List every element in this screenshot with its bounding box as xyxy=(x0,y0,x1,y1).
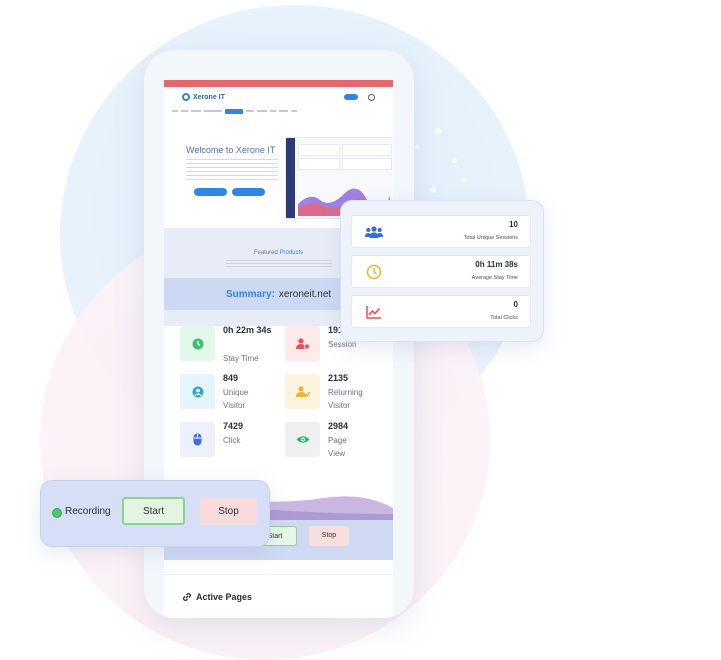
login-button[interactable] xyxy=(344,94,358,100)
clock-icon xyxy=(364,262,384,282)
mouse-icon xyxy=(180,422,215,457)
stat-value: 0h 22m 34s xyxy=(223,325,272,335)
decor-dot xyxy=(415,145,419,149)
hero-title: Welcome to Xerone IT xyxy=(186,145,276,155)
hero-text xyxy=(186,159,278,181)
metric-average-stay: 0h 11m 38s Average Stay Time xyxy=(351,255,531,288)
stop-button[interactable]: Stop xyxy=(200,498,257,525)
clock-icon xyxy=(180,326,215,361)
site-logo[interactable]: Xerone IT xyxy=(182,93,225,101)
chart-line-icon xyxy=(364,302,384,322)
metric-value: 0 xyxy=(513,300,518,309)
metric-total-clicks: 0 Total Clicks xyxy=(351,295,531,328)
site-logo-text: Xerone IT xyxy=(193,93,225,101)
active-pages-title: Active Pages xyxy=(196,591,253,602)
hero-primary-button[interactable] xyxy=(194,188,227,196)
eye-icon xyxy=(285,422,320,457)
site-menu xyxy=(164,107,393,115)
users-icon xyxy=(364,222,384,242)
metric-label: Total Clicks xyxy=(490,315,518,321)
stat-value: 2135 xyxy=(328,373,349,383)
recording-label: Recording xyxy=(65,506,111,517)
metric-value: 10 xyxy=(509,220,518,229)
returning-user-icon xyxy=(285,374,320,409)
site-menu-active[interactable] xyxy=(225,108,243,114)
site-hero: Welcome to Xerone IT xyxy=(164,115,393,219)
metrics-panel: 10 Total Unique Sessions 0h 11m 38s Aver… xyxy=(340,200,544,342)
user-circle-icon xyxy=(180,374,215,409)
user-session-icon xyxy=(285,326,320,361)
start-button[interactable]: Start xyxy=(122,497,185,525)
metric-unique-sessions: 10 Total Unique Sessions xyxy=(351,215,531,248)
summary-label: Summary: xyxy=(226,288,275,300)
stat-label: Returning Visitor xyxy=(328,388,363,410)
link-icon xyxy=(183,592,191,601)
decor-dot xyxy=(435,128,441,134)
stat-label: Click xyxy=(223,436,241,445)
stat-value: 7429 xyxy=(223,421,244,431)
decor-dot xyxy=(452,158,457,163)
metric-value: 0h 11m 38s xyxy=(475,260,518,269)
recording-panel: Recording Start Stop xyxy=(40,480,270,547)
summary-domain: xeroneit.net xyxy=(278,288,332,300)
metric-label: Total Unique Sessions xyxy=(463,235,518,241)
decor-dot xyxy=(430,187,436,193)
featured-text xyxy=(226,260,332,268)
promo-bar[interactable] xyxy=(164,80,393,87)
recording-status-icon xyxy=(52,508,62,518)
active-pages-section: Active Pages xyxy=(164,574,393,618)
decor-dot xyxy=(462,178,466,182)
site-nav: Xerone IT xyxy=(164,87,393,107)
logo-mark-icon xyxy=(182,93,190,101)
mini-stop-button[interactable]: Stop xyxy=(309,526,349,546)
stat-label: Stay Time xyxy=(223,354,259,363)
stat-value: 849 xyxy=(223,373,239,383)
search-icon[interactable] xyxy=(368,93,375,101)
hero-secondary-button[interactable] xyxy=(232,188,265,196)
stat-label: Unique Visitor xyxy=(223,388,249,410)
stat-value: 2984 xyxy=(328,421,349,431)
metric-label: Average Stay Time xyxy=(471,275,518,281)
stat-label: Page View xyxy=(328,436,347,458)
